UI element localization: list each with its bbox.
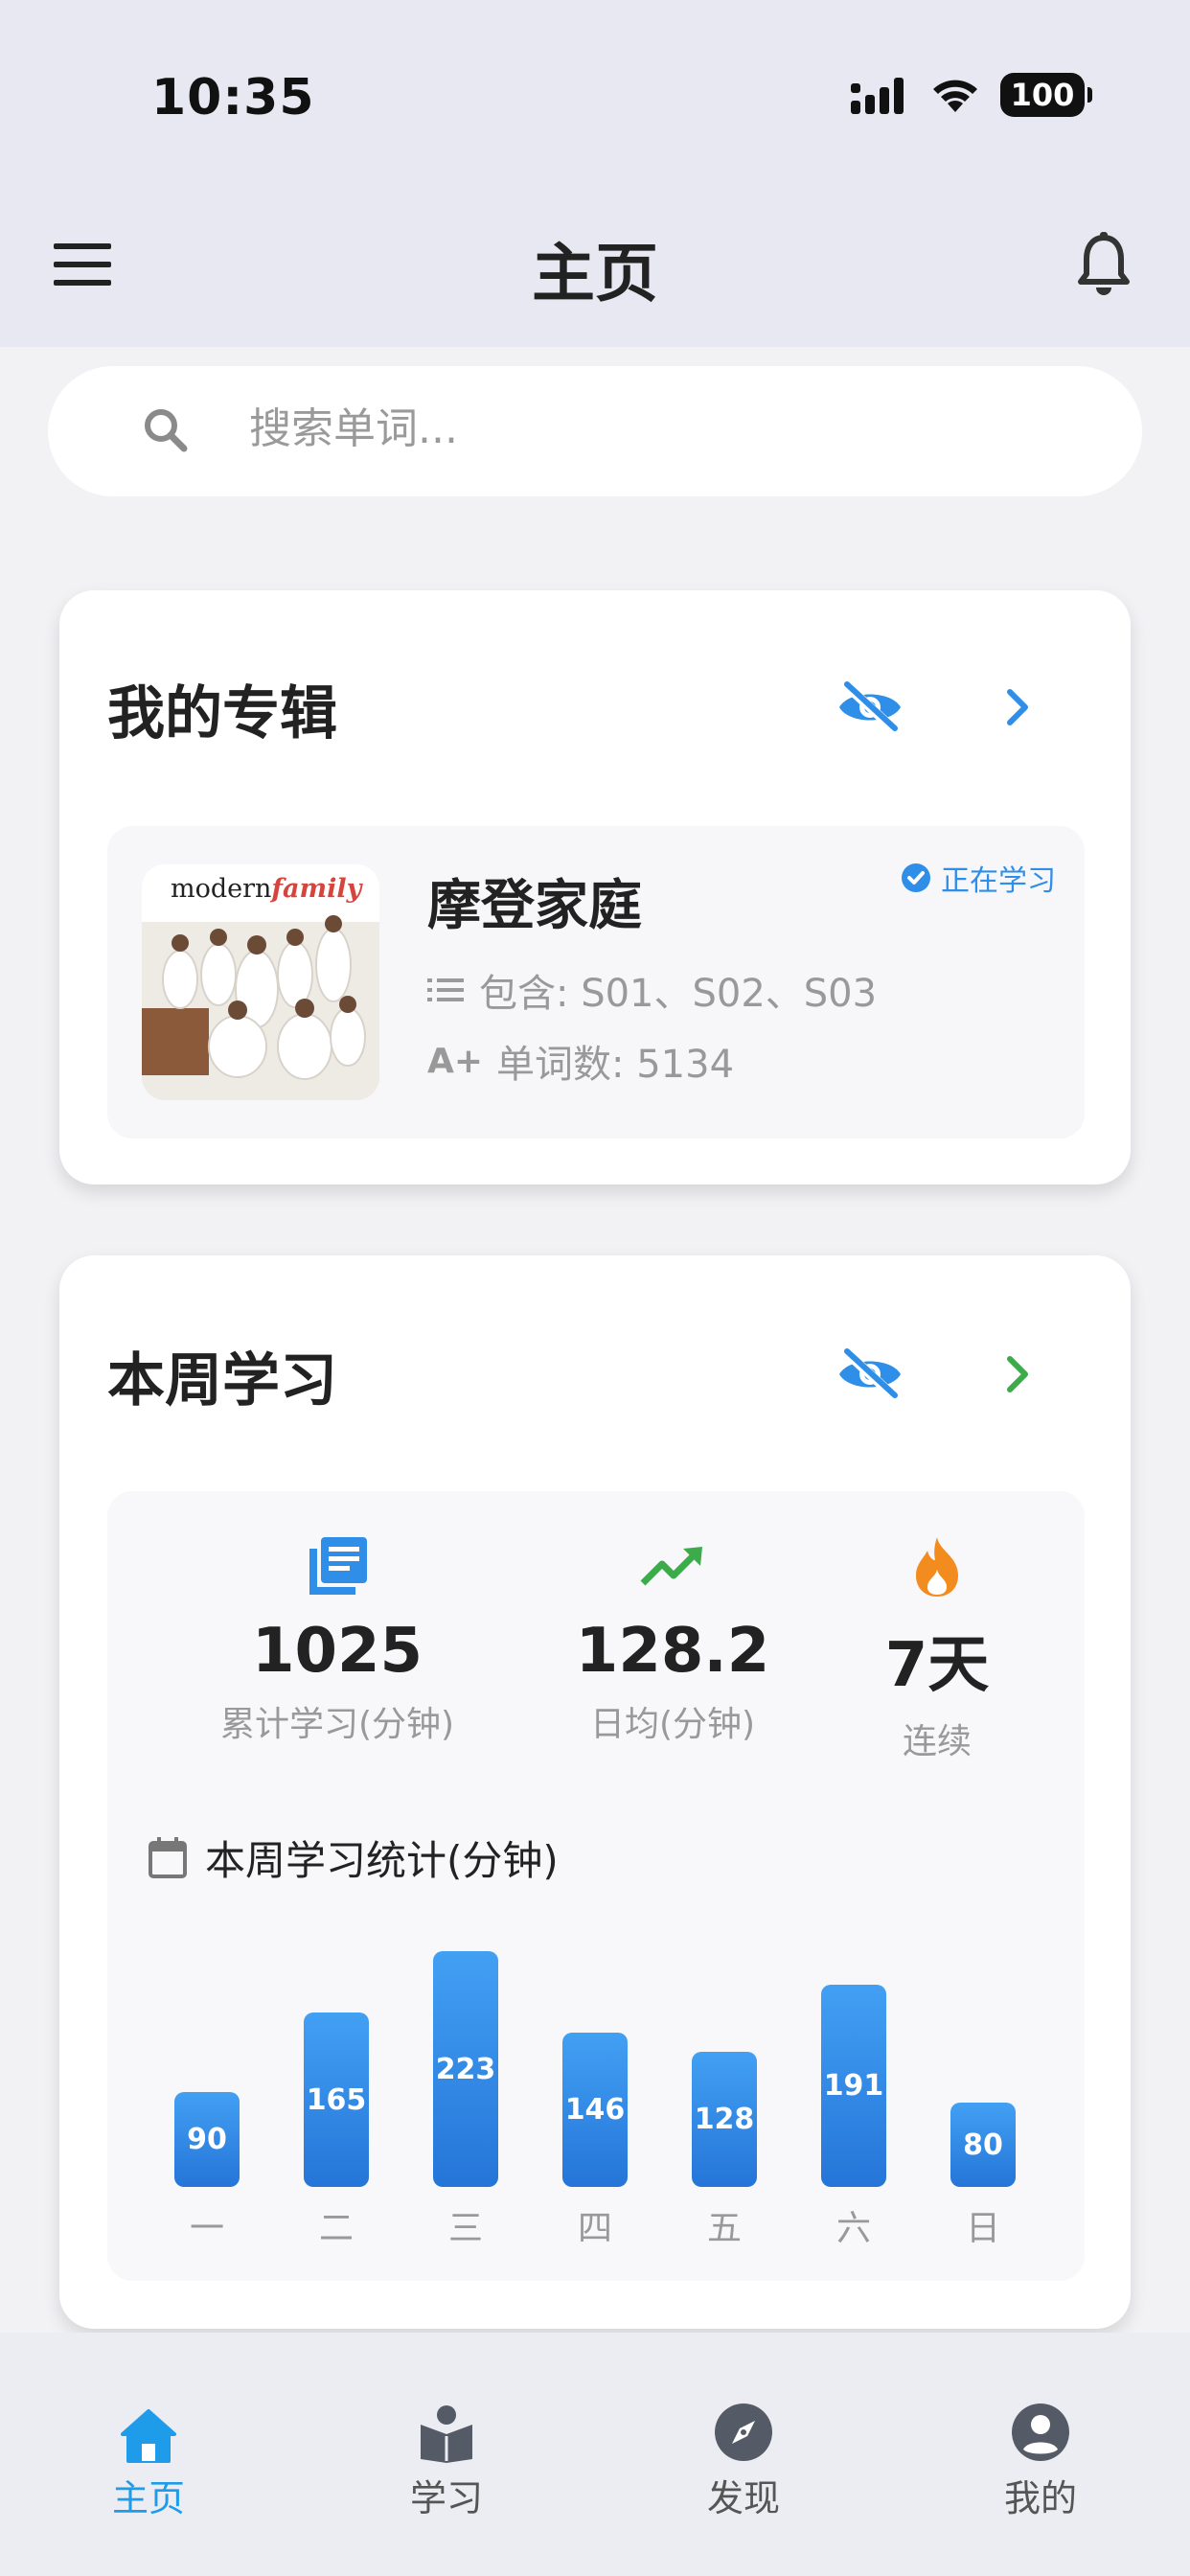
eye-off-icon[interactable] [835, 678, 904, 736]
x-tick-label: 六 [835, 2209, 871, 2248]
nav-label: 主页 [111, 2477, 185, 2519]
bar-value-label: 146 [564, 2093, 626, 2127]
stat-streak: 7天 连续 [793, 1530, 1081, 1763]
home-icon [121, 2409, 176, 2463]
x-tick-label: 三 [447, 2209, 483, 2248]
chart-header: 本周学习统计(分钟) [148, 1828, 559, 1887]
bar-value-label: 80 [963, 2128, 1003, 2162]
nav-label: 学习 [409, 2477, 483, 2519]
chart-bar: 223 [433, 1951, 498, 2187]
user-circle-icon [1012, 2404, 1069, 2461]
calendar-icon [149, 1836, 187, 1878]
bar-value-label: 223 [435, 2052, 496, 2086]
chart-bar: 90 [174, 2092, 240, 2187]
poster-image [142, 915, 379, 1100]
notification-bell-icon[interactable] [1075, 232, 1133, 299]
search-input[interactable] [249, 404, 1016, 453]
bar-value-label: 165 [306, 2082, 367, 2117]
bar-value-label: 90 [187, 2123, 227, 2156]
status-badge: 正在学习 [901, 857, 1056, 899]
nav-label: 发现 [706, 2477, 780, 2519]
weekly-bar-chart: 90 一 165 二 223 三 146 四 128 五 191 六 80 日 [107, 1894, 1085, 2258]
chart-bar: 191 [821, 1985, 886, 2187]
x-tick-label: 五 [706, 2209, 742, 2248]
album-poster: modernfamily [142, 864, 379, 1100]
search-bar[interactable] [48, 366, 1142, 496]
app-bar: 10:35 100 主页 [0, 0, 1190, 347]
nav-item-study[interactable]: 学习 [351, 2386, 542, 2521]
chart-bar: 146 [562, 2033, 628, 2187]
page-title: 主页 [532, 237, 658, 310]
trending-up-icon [640, 1547, 702, 1586]
weekly-study-card: 本周学习 1025 累计学习(分钟) 128.2 日均(分钟) 7天 连续 本周… [59, 1255, 1131, 2329]
chevron-right-icon[interactable] [998, 1349, 1037, 1399]
album-name: 摩登家庭 [427, 875, 642, 937]
bar-value-label: 191 [823, 2069, 884, 2103]
my-albums-card: 我的专辑 modernfamily 摩登家庭 正在学习 包含: S01、S02、… [59, 590, 1131, 1184]
album-seasons: 包含: S01、S02、S03 [427, 962, 877, 1018]
list-icon [427, 978, 464, 1001]
chart-bar: 80 [950, 2103, 1016, 2187]
battery-indicator: 100 [1000, 73, 1092, 117]
font-size-icon: A+ [427, 1041, 484, 1081]
weekly-stats-panel: 1025 累计学习(分钟) 128.2 日均(分钟) 7天 连续 本周学习统计(… [107, 1491, 1085, 2281]
stat-label: 连续 [902, 1722, 972, 1761]
stat-value: 1025 [251, 1616, 423, 1687]
x-tick-label: 日 [965, 2209, 1000, 2248]
x-tick-label: 一 [189, 2209, 224, 2248]
status-text: 正在学习 [941, 864, 1056, 898]
search-icon [145, 409, 188, 452]
chevron-right-icon[interactable] [998, 682, 1037, 732]
nav-label: 我的 [1003, 2477, 1077, 2519]
nav-item-profile[interactable]: 我的 [945, 2386, 1136, 2521]
card-title: 本周学习 [107, 1347, 337, 1414]
album-word-count: A+ 单词数: 5134 [427, 1041, 735, 1088]
compass-icon [715, 2404, 772, 2461]
wifi-icon [933, 80, 977, 112]
book-stack-icon [309, 1537, 367, 1595]
album-item[interactable]: modernfamily 摩登家庭 正在学习 包含: S01、S02、S03 A… [107, 826, 1085, 1138]
stat-label: 累计学习(分钟) [219, 1705, 455, 1744]
status-icons: 100 [851, 73, 1092, 117]
bottom-nav: 主页 学习 发现 我的 [0, 2333, 1190, 2576]
stat-total-minutes: 1025 累计学习(分钟) [194, 1530, 481, 1746]
stat-value: 7天 [884, 1630, 990, 1701]
stat-daily-average: 128.2 日均(分钟) [529, 1530, 816, 1746]
card-title: 我的专辑 [107, 680, 337, 748]
signal-icon [851, 78, 904, 114]
eye-off-icon[interactable] [835, 1346, 904, 1403]
nav-item-discover[interactable]: 发现 [648, 2386, 839, 2521]
x-tick-label: 二 [318, 2209, 354, 2248]
check-circle-icon [902, 863, 930, 892]
status-time: 10:35 [151, 69, 315, 126]
flame-icon [916, 1537, 958, 1597]
stat-value: 128.2 [575, 1616, 770, 1687]
nav-item-home[interactable]: 主页 [53, 2386, 244, 2521]
book-open-icon [421, 2405, 472, 2463]
chart-bar: 128 [692, 2052, 757, 2187]
chart-title: 本周学习统计(分钟) [205, 1837, 559, 1884]
bar-value-label: 128 [694, 2103, 755, 2136]
stat-label: 日均(分钟) [589, 1705, 756, 1744]
x-tick-label: 四 [577, 2209, 612, 2248]
chart-bar: 165 [304, 2012, 369, 2187]
